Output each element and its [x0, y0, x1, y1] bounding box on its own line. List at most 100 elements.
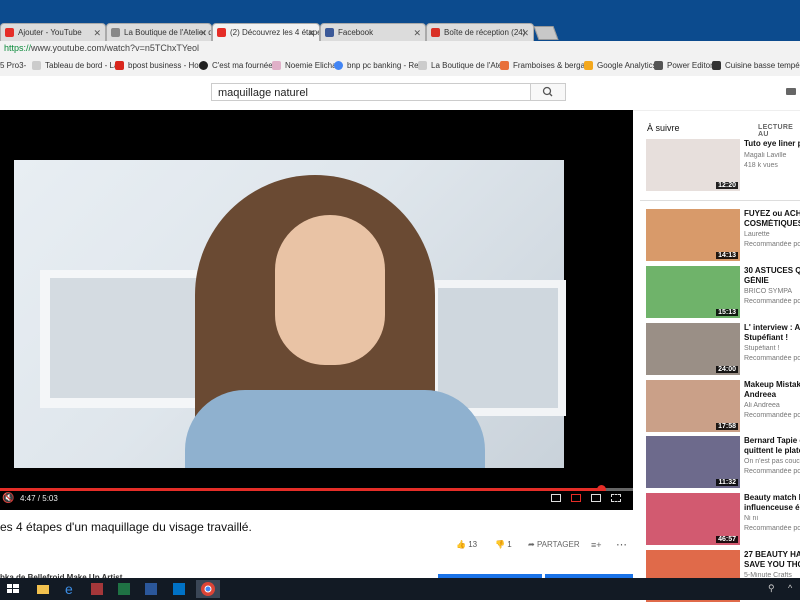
bookmark-item[interactable]: Power Editor	[654, 61, 713, 71]
tab-youtube-ajouter[interactable]: Ajouter - YouTube ✕	[0, 23, 106, 42]
edge-icon[interactable]: e	[62, 580, 80, 598]
fullscreen-icon[interactable]	[611, 494, 621, 502]
autoplay-label[interactable]: LECTURE AU	[758, 124, 800, 138]
access-icon[interactable]	[88, 580, 106, 598]
suggested-video-channel: BRICO SYMPA	[744, 288, 793, 295]
suggested-video-title[interactable]: 30 ASTUCES QU	[744, 266, 800, 276]
excel-icon[interactable]	[115, 580, 133, 598]
bookmark-item[interactable]: Noemie Elicha	[272, 61, 337, 71]
youtube-icon	[217, 28, 226, 38]
close-icon[interactable]: ✕	[199, 24, 207, 42]
theater-mode-icon[interactable]	[591, 494, 601, 502]
suggested-video[interactable]: 15:13 30 ASTUCES QUGÉNIE BRICO SYMPA Recomm…	[646, 266, 800, 320]
bookmark-item[interactable]: bpost business - Hor	[115, 61, 201, 71]
suggested-video-title[interactable]: Makeup Mistake	[744, 380, 800, 390]
more-actions-icon[interactable]: ⋯	[616, 538, 627, 551]
add-to-playlist-icon[interactable]: ≡+	[591, 540, 602, 550]
suggested-video-title[interactable]: L' interview : Ala	[744, 323, 800, 333]
subtitles-icon[interactable]	[551, 494, 561, 502]
search-button[interactable]	[530, 83, 566, 101]
suggested-video[interactable]: 11:32 Bernard Tapie etquittent le platea O…	[646, 436, 800, 490]
bookmark-item[interactable]: bnp pc banking - Re	[334, 61, 419, 71]
duration-badge: 11:32	[716, 479, 738, 486]
close-icon[interactable]: ✕	[521, 24, 529, 42]
share-button[interactable]: ➦ PARTAGER	[528, 540, 580, 549]
people-icon[interactable]: ⚲	[768, 583, 775, 594]
suggested-video-title[interactable]: Tuto eye liner po	[744, 139, 800, 149]
tab-gmail[interactable]: Boîte de réception (24) ✕	[426, 23, 534, 42]
video-subject-shirt	[185, 390, 485, 468]
bookmark-item[interactable]: 5 Pro3-	[0, 61, 26, 70]
close-icon[interactable]: ✕	[93, 24, 101, 42]
suggested-video-channel: Ali Andreea	[744, 402, 780, 409]
bookmark-item[interactable]: C'est ma fournée |	[199, 61, 277, 71]
duration-badge: 15:13	[716, 309, 738, 316]
close-icon[interactable]: ✕	[307, 24, 315, 42]
suggested-video-channel: Stupéfiant !	[744, 345, 780, 352]
bookmark-label: Tableau de bord - La	[45, 61, 119, 70]
suggested-video[interactable]: 24:00L' interview : AlaStupéfiant !Stupé…	[646, 323, 800, 377]
suggested-video-title-line2[interactable]: SAVE YOU THOU	[744, 560, 800, 570]
duration-badge: 24:00	[716, 366, 738, 373]
bookmark-label: Noemie Elicha	[285, 61, 337, 70]
tab-active-video[interactable]: (2) Découvrez les 4 étape ✕	[212, 23, 320, 42]
suggested-video-channel: On n'est pas couc	[744, 458, 800, 465]
suggested-video[interactable]: 14:13 FUYEZ ou ACHECOSMÉTIQUES Laurette Rec…	[646, 209, 800, 263]
suggested-video-title[interactable]: 27 BEAUTY HAC	[744, 550, 800, 560]
tab-boutique[interactable]: La Boutique de l'Atelier d ✕	[106, 23, 212, 42]
suggested-video-title-line2[interactable]: quittent le platea	[744, 446, 800, 456]
bookmark-label: Power Editor	[667, 61, 713, 70]
facebook-icon	[325, 28, 334, 38]
suggested-video-title[interactable]: Bernard Tapie et	[744, 436, 800, 446]
word-icon[interactable]	[142, 580, 160, 598]
outlook-icon[interactable]	[170, 580, 188, 598]
video-thumbnail[interactable]: 24:00	[646, 323, 740, 375]
bookmark-label: La Boutique de l'Atel	[431, 61, 505, 70]
bookmark-label: Cuisine basse tempé	[725, 61, 800, 70]
youtube-icon	[5, 28, 14, 38]
page-icon	[654, 61, 663, 71]
windows-start-icon[interactable]	[4, 580, 22, 598]
bookmark-item[interactable]: Framboises & berga	[500, 61, 585, 71]
chrome-icon[interactable]	[196, 580, 220, 598]
file-explorer-icon[interactable]	[34, 580, 52, 598]
video-thumbnail[interactable]: 46:57	[646, 493, 740, 545]
suggested-video-title-line2[interactable]: Andreea	[744, 390, 800, 400]
suggested-video-title-line2[interactable]: GÉNIE	[744, 276, 800, 286]
video-thumbnail[interactable]: 12:20	[646, 139, 740, 191]
bookmark-item[interactable]: La Boutique de l'Atel	[418, 61, 505, 71]
suggested-video-title[interactable]: FUYEZ ou ACHE	[744, 209, 800, 219]
url-text[interactable]: https://www.youtube.com/watch?v=n5TChxTY…	[4, 43, 199, 53]
suggested-video-title[interactable]: Beauty match le	[744, 493, 800, 503]
page-icon	[32, 61, 41, 71]
settings-icon[interactable]	[571, 494, 581, 502]
bookmark-label: 5 Pro3-	[0, 61, 27, 70]
suggested-video-channel: Magali Laville	[744, 152, 787, 159]
chevron-up-icon[interactable]: ^	[788, 583, 792, 593]
bookmark-item[interactable]: Tableau de bord - La	[32, 61, 119, 71]
video-thumbnail[interactable]: 11:32	[646, 436, 740, 488]
tab-facebook[interactable]: Facebook ✕	[320, 23, 426, 42]
thumbs-down-icon: 👎	[495, 540, 508, 549]
suggested-video-title-line2[interactable]: COSMÉTIQUES	[744, 219, 800, 229]
video-thumbnail[interactable]: 17:58	[646, 380, 740, 432]
mute-icon[interactable]: 🔇	[2, 493, 14, 504]
like-button[interactable]: 👍 13	[456, 540, 477, 549]
suggested-video-title-line2[interactable]: influenceuse ép	[744, 503, 800, 513]
bookmark-item[interactable]: Cuisine basse tempé	[712, 61, 800, 71]
video-title: es 4 étapes d'un maquillage du visage tr…	[0, 520, 252, 534]
suggested-video-meta: Recommandée po	[744, 298, 800, 305]
duration-badge: 12:20	[716, 182, 738, 189]
close-icon[interactable]: ✕	[413, 24, 421, 42]
video-thumbnail[interactable]: 14:13	[646, 209, 740, 261]
suggested-video-meta: Recommandée po	[744, 355, 800, 362]
bookmark-item[interactable]: Google Analytics	[584, 61, 657, 71]
suggested-video[interactable]: 17:58 Makeup Mistake Andreea Ali Andreea Rec…	[646, 380, 800, 434]
upload-video-icon[interactable]	[786, 88, 796, 95]
suggested-video[interactable]: 12:20 Tuto eye liner po Magali Laville 418 …	[646, 139, 800, 193]
dislike-button[interactable]: 👎 1	[495, 540, 512, 549]
suggested-video-title-line2[interactable]: Stupéfiant !	[744, 333, 800, 343]
video-thumbnail[interactable]: 15:13	[646, 266, 740, 318]
suggested-video[interactable]: 46:57 Beauty match le influenceuse ép Ni ni…	[646, 493, 800, 547]
search-input[interactable]: maquillage naturel	[211, 83, 531, 101]
